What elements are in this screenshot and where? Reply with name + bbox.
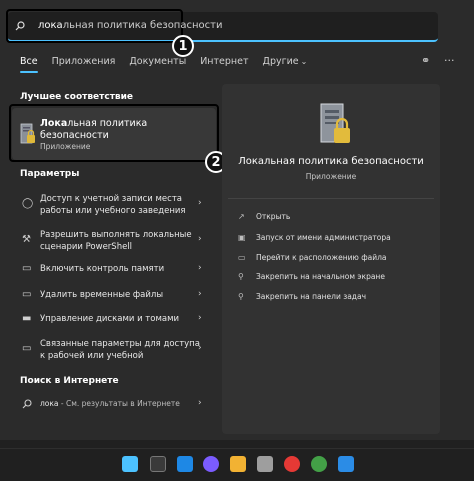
list-item[interactable]: ▭ Включить контроль памяти › (12, 263, 216, 277)
user-icon: ◯ (22, 198, 34, 209)
list-item[interactable]: ▬ Управление дисками и томами › (12, 313, 216, 327)
calculator-icon[interactable] (257, 456, 273, 472)
best-match-title-bold: Лока (40, 118, 68, 129)
admin-icon: ▣ (238, 233, 246, 242)
action-run-as-admin[interactable]: ▣ Запуск от имени администратора (238, 233, 391, 242)
tab-apps[interactable]: Приложения (52, 56, 116, 67)
web-search-item[interactable]: лока - См. результаты в Интернете › (12, 398, 216, 412)
action-open-file-location[interactable]: ▭ Перейти к расположению файла (238, 253, 387, 262)
trash-icon: ▭ (22, 289, 32, 300)
tab-all[interactable]: Все (20, 56, 38, 73)
chevron-down-icon: ⌄ (300, 57, 308, 66)
memory-icon: ▭ (22, 263, 32, 274)
tools-icon: ⚒ (22, 234, 31, 245)
action-pin-taskbar[interactable]: ⚲ Закрепить на панели задач (238, 292, 366, 301)
chevron-right-icon: › (198, 198, 202, 208)
widgets-icon[interactable] (177, 456, 193, 472)
chevron-right-icon: › (198, 343, 202, 353)
search-icon (22, 399, 32, 409)
web-query: лока (40, 399, 59, 408)
web-query-suffix: - См. результаты в Интернете (58, 399, 180, 408)
file-explorer-icon[interactable] (230, 456, 246, 472)
security-policy-icon (20, 123, 35, 144)
pin-icon: ⚲ (238, 272, 244, 281)
task-view-icon[interactable] (150, 456, 166, 472)
settings-icon: ▭ (22, 343, 32, 354)
remote-desktop-icon[interactable] (338, 456, 354, 472)
pin-taskbar-icon: ⚲ (238, 292, 244, 301)
tab-documents[interactable]: Документы (129, 56, 186, 67)
detail-title: Локальная политика безопасности (238, 156, 424, 167)
security-policy-large-icon (320, 103, 350, 143)
search-input[interactable]: локальная политика безопасности (38, 20, 222, 31)
folder-icon: ▭ (238, 253, 246, 262)
tab-internet[interactable]: Интернет (200, 56, 248, 67)
chevron-right-icon: › (198, 398, 202, 408)
open-icon: ↗ (238, 212, 245, 221)
chrome-icon[interactable] (311, 456, 327, 472)
chevron-right-icon: › (198, 289, 202, 299)
list-item[interactable]: ◯ Доступ к учетной записи места работы и… (12, 192, 216, 220)
action-open[interactable]: ↗ Открыть (238, 212, 290, 221)
tab-other[interactable]: Другие ⌄ (263, 56, 308, 67)
filter-tabs: Все Приложения Документы Интернет Другие… (20, 56, 321, 73)
list-item[interactable]: ⚒ Разрешить выполнять локальные сценарии… (12, 228, 216, 254)
settings-header: Параметры (20, 169, 80, 179)
tab-other-label: Другие (262, 56, 299, 67)
share-devices-icon[interactable]: ⚭ (421, 54, 430, 67)
action-pin-start[interactable]: ⚲ Закрепить на начальном экране (238, 272, 385, 281)
search-typed-text: лока (38, 20, 63, 31)
more-options-icon[interactable]: ··· (444, 54, 455, 67)
disk-icon: ▬ (22, 313, 32, 324)
chat-icon[interactable] (203, 456, 219, 472)
search-icon (15, 21, 25, 31)
chevron-right-icon: › (198, 234, 202, 244)
chevron-right-icon: › (198, 313, 202, 323)
app-icon[interactable] (284, 456, 300, 472)
callout-badge-1: 1 (172, 35, 194, 57)
list-item[interactable]: ▭ Связанные параметры для доступа к рабо… (12, 337, 216, 363)
best-match-subtitle: Приложение (40, 142, 91, 151)
web-search-header: Поиск в Интернете (20, 376, 119, 386)
detail-subtitle: Приложение (305, 172, 357, 181)
best-match-title: Локальная политика безопасности (40, 118, 160, 142)
list-item[interactable]: ▭ Удалить временные файлы › (12, 289, 216, 303)
search-suggestion-text: льная политика безопасности (62, 20, 223, 31)
start-icon[interactable] (122, 456, 138, 472)
detail-divider (228, 198, 434, 199)
best-match-header: Лучшее соответствие (20, 92, 134, 102)
chevron-right-icon: › (198, 263, 202, 273)
